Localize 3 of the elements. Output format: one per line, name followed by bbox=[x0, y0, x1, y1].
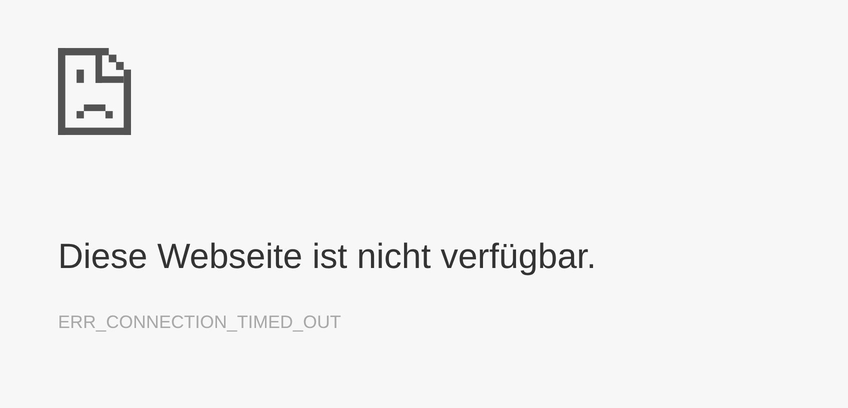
error-heading: Diese Webseite ist nicht verfügbar. bbox=[58, 236, 598, 278]
sad-page-icon bbox=[58, 48, 131, 135]
error-code: ERR_CONNECTION_TIMED_OUT bbox=[58, 311, 342, 333]
